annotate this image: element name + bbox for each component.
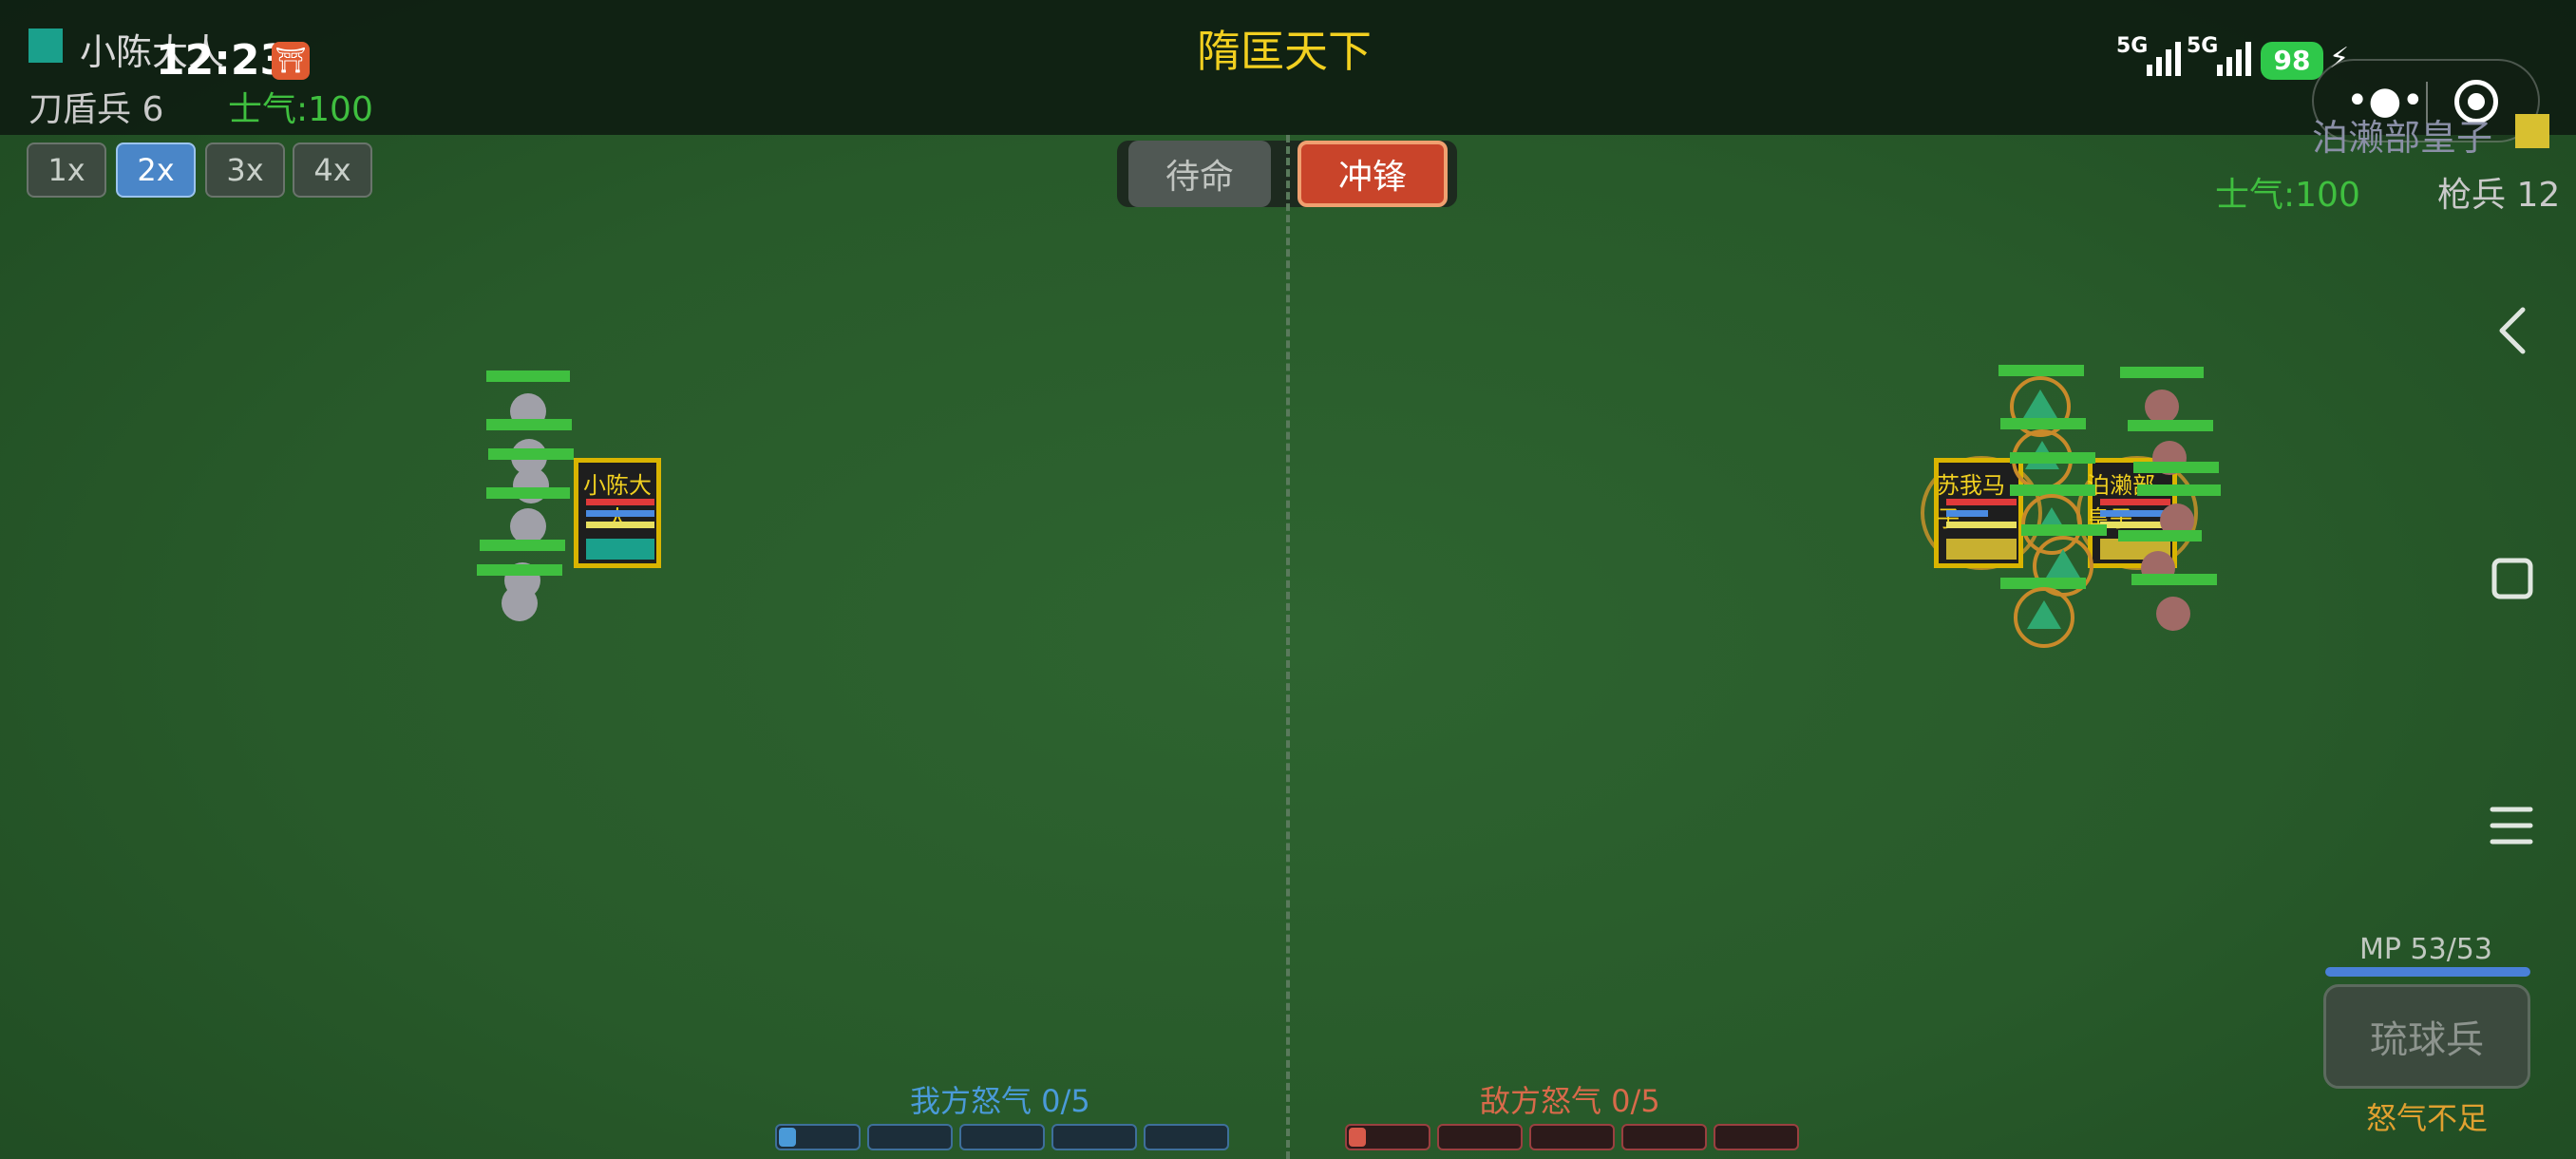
battery-icon: 98 [2261, 42, 2323, 80]
enemy-rage-segment [1714, 1124, 1799, 1150]
enemy-rage-segment [1437, 1124, 1523, 1150]
ally-soldier [502, 585, 538, 621]
ally-rage-segment [775, 1124, 861, 1150]
network-label-2: 5G [2187, 34, 2219, 58]
ally-rage-segment [867, 1124, 953, 1150]
enemy-commander-hp-bar-2 [2100, 499, 2170, 505]
enemy-rage-segment [1345, 1124, 1430, 1150]
ally-commander-hp-bar [586, 499, 654, 505]
ally-rage-segment [1051, 1124, 1137, 1150]
enemy-commander-mp-bar-1 [1946, 510, 1988, 517]
enemy-rage-segment [1621, 1124, 1707, 1150]
center-divider [1286, 135, 1290, 1159]
enemy-soldier-hp [2021, 524, 2107, 536]
player-color-swatch [28, 28, 63, 63]
ally-soldier-hp [486, 419, 572, 430]
enemy-name: 泊濑部皇子 [2312, 117, 2493, 159]
ally-soldier-hp [486, 370, 570, 382]
enemy-soldier-hp [2131, 574, 2217, 585]
ally-soldier-hp [486, 487, 570, 499]
enemy-soldier-hp [2137, 484, 2221, 496]
player-morale: 士气:100 [228, 90, 373, 129]
ally-soldier-hp [477, 564, 562, 576]
ally-rage-label: 我方怒气 0/5 [910, 1083, 1090, 1119]
ally-commander-team-bar [586, 539, 654, 560]
speed-1x-button[interactable]: 1x [27, 142, 106, 198]
charge-button[interactable]: 冲锋 [1297, 141, 1448, 207]
enemy-spearman-triangle-icon [2023, 390, 2057, 418]
mp-bar-fill [2325, 967, 2530, 977]
ally-rage-segment [959, 1124, 1045, 1150]
notification-app-icon: ⛩ [272, 42, 310, 80]
standby-button[interactable]: 待命 [1128, 141, 1271, 207]
enemy-soldier [2156, 597, 2190, 631]
enemy-spearman-triangle-icon [2027, 600, 2061, 629]
enemy-morale: 士气:100 [2215, 176, 2360, 215]
enemy-commander-team-bar-1 [1946, 539, 2017, 560]
back-icon[interactable] [2489, 302, 2536, 359]
ally-soldier-hp [480, 540, 565, 551]
home-icon[interactable] [2489, 555, 2536, 602]
mp-bar-track [2325, 967, 2530, 977]
ally-commander-mp-bar [586, 510, 654, 517]
enemy-spearman-triangle-icon [2046, 549, 2080, 578]
enemy-soldier-hp [2118, 530, 2202, 542]
ally-rage-segment [1144, 1124, 1229, 1150]
enemy-soldier-hp [2120, 367, 2204, 378]
network-label-1: 5G [2116, 34, 2149, 58]
speed-2x-button[interactable]: 2x [116, 142, 196, 198]
ally-soldier-hp [488, 448, 574, 460]
battery-level: 98 [2273, 45, 2311, 76]
enemy-commander-energy-bar-1 [1946, 522, 2017, 528]
skill-button[interactable]: 琉球兵 [2323, 984, 2530, 1089]
status-time: 12:23 [156, 36, 290, 85]
player-unit-type: 刀盾兵 6 [28, 90, 164, 129]
skill-status: 怒气不足 [2365, 1100, 2488, 1136]
enemy-unit-type: 枪兵 12 [2437, 176, 2561, 215]
enemy-commander-card-1[interactable]: 苏我马子 [1934, 458, 2023, 568]
enemy-color-swatch [2515, 114, 2549, 148]
enemy-rage-segment [1529, 1124, 1615, 1150]
speed-4x-button[interactable]: 4x [293, 142, 372, 198]
mp-label: MP 53/53 [2359, 933, 2492, 966]
enemy-rage-label: 敌方怒气 0/5 [1480, 1083, 1660, 1119]
enemy-soldier-hp [2128, 420, 2213, 431]
signal-icon-1 [2147, 38, 2188, 76]
speed-3x-button[interactable]: 3x [205, 142, 285, 198]
signal-icon-2 [2217, 38, 2259, 76]
enemy-rage-indicator [1349, 1128, 1366, 1147]
menu-icon[interactable] [2487, 802, 2536, 849]
ally-rage-indicator [779, 1128, 796, 1147]
enemy-soldier-hp [2133, 462, 2219, 473]
ally-commander-energy-bar [586, 522, 654, 528]
ally-commander-card[interactable]: 小陈大人 [574, 458, 661, 568]
enemy-soldier-hp [1998, 365, 2084, 376]
enemy-soldier-hp [2010, 452, 2095, 464]
enemy-commander-hp-bar-1 [1946, 499, 2017, 505]
battlefield: 小陈大人 12:23 ⛩ 刀盾兵 6 士气:100 隋匡天下 5G 5G 98 … [0, 0, 2576, 1159]
enemy-soldier [2145, 390, 2179, 424]
skill-button-label: 琉球兵 [2370, 1018, 2484, 1062]
enemy-soldier-hp [2000, 418, 2086, 429]
game-title: 隋匡天下 [1197, 26, 1372, 77]
